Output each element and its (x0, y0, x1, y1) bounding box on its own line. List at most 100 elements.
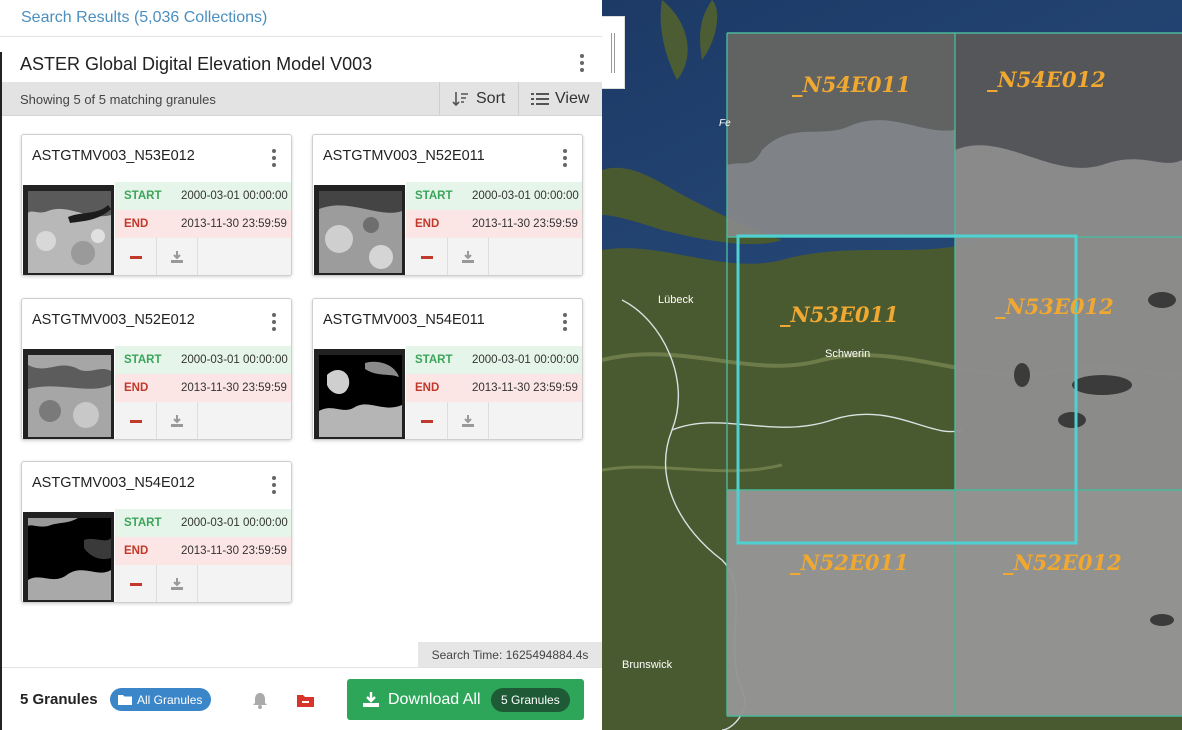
remove-icon (420, 255, 433, 259)
sort-button[interactable]: Sort (439, 82, 519, 115)
download-icon (170, 251, 183, 263)
end-label: END (415, 218, 440, 230)
all-granules-button[interactable]: All Granules (110, 688, 212, 711)
granule-thumbnail (314, 349, 405, 439)
breadcrumb: Search Results (5,036 Collections) (0, 0, 602, 37)
tile-label-n54e012: _N54E012 (987, 67, 1106, 92)
search-results-link[interactable]: Search Results (5,036 Collections) (21, 9, 267, 27)
end-label: END (124, 382, 149, 394)
granule-menu-icon[interactable] (267, 475, 281, 495)
end-row: END 2013-11-30 23:59:59 (115, 374, 291, 402)
thumbnail-image (319, 355, 402, 437)
collection-header: ASTER Global Digital Elevation Model V00… (2, 44, 602, 82)
download-icon (363, 692, 379, 707)
folder-icon (118, 695, 132, 705)
bell-icon[interactable] (252, 692, 268, 709)
granule-menu-icon[interactable] (558, 148, 572, 168)
tile-label-n52e012: _N52E012 (1003, 550, 1122, 575)
download-granule-button[interactable] (447, 238, 489, 275)
granule-card[interactable]: ASTGTMV003_N53E012 START 2000-03-01 00:0… (21, 134, 292, 276)
granule-toolbar: Showing 5 of 5 matching granules Sort Vi… (2, 82, 602, 116)
end-time: 2013-11-30 23:59:59 (181, 545, 287, 557)
start-row: START 2000-03-01 00:00:00 (115, 182, 291, 210)
place-label-fe: Fe (719, 118, 731, 129)
remove-icon (129, 255, 142, 259)
thumbnail-image (28, 191, 111, 273)
granule-card[interactable]: ASTGTMV003_N52E012 START 2000-03-01 00:0… (21, 298, 292, 440)
start-label: START (124, 517, 162, 529)
start-time: 2000-03-01 00:00:00 (181, 354, 288, 366)
download-all-button[interactable]: Download All 5 Granules (347, 679, 584, 720)
remove-icon (129, 419, 142, 423)
start-label: START (415, 190, 453, 202)
granule-actions (115, 565, 291, 602)
download-granule-button[interactable] (447, 402, 489, 439)
granule-menu-icon[interactable] (558, 312, 572, 332)
remove-granule-button[interactable] (406, 238, 448, 275)
granule-actions (115, 402, 291, 439)
granule-menu-icon[interactable] (267, 312, 281, 332)
granule-name: ASTGTMV003_N52E011 (323, 148, 485, 164)
all-granules-label: All Granules (137, 692, 203, 707)
end-row: END 2013-11-30 23:59:59 (115, 210, 291, 238)
end-row: END 2013-11-30 23:59:59 (406, 374, 582, 402)
view-label: View (555, 89, 590, 107)
granule-card[interactable]: ASTGTMV003_N54E011 START 2000-03-01 00:0… (312, 298, 583, 440)
tile-label-n53e011: _N53E011 (780, 302, 899, 327)
download-granule-button[interactable] (156, 565, 198, 602)
granule-thumbnail (23, 349, 114, 439)
tile-label-n52e011: _N52E011 (790, 550, 909, 575)
panel-resize-handle[interactable] (602, 16, 625, 89)
start-time: 2000-03-01 00:00:00 (472, 354, 579, 366)
granule-name: ASTGTMV003_N52E012 (32, 312, 195, 328)
download-icon (461, 251, 474, 263)
search-time: Search Time: 1625494884.4s (418, 642, 602, 667)
remove-icon (420, 419, 433, 423)
end-row: END 2013-11-30 23:59:59 (115, 537, 291, 565)
place-label-brunswick: Brunswick (622, 659, 673, 671)
granule-actions (406, 238, 582, 275)
map-view[interactable]: _N54E011 _N54E012 _N53E011 _N53E012 _N52… (602, 0, 1182, 730)
end-label: END (124, 545, 149, 557)
place-label-lubeck: Lübeck (658, 294, 694, 306)
place-label-schwerin: Schwerin (825, 348, 870, 360)
end-label: END (124, 218, 149, 230)
download-count-badge: 5 Granules (491, 688, 570, 712)
collection-menu-icon[interactable] (575, 53, 589, 73)
granule-actions (406, 402, 582, 439)
end-row: END 2013-11-30 23:59:59 (406, 210, 582, 238)
view-button[interactable]: View (518, 82, 602, 115)
sort-label: Sort (476, 89, 506, 107)
list-view-icon (531, 92, 549, 105)
granule-thumbnail (314, 185, 405, 275)
end-time: 2013-11-30 23:59:59 (181, 218, 287, 230)
start-time: 2000-03-01 00:00:00 (181, 190, 288, 202)
granule-menu-icon[interactable] (267, 148, 281, 168)
download-granule-button[interactable] (156, 402, 198, 439)
end-time: 2013-11-30 23:59:59 (472, 382, 578, 394)
sort-icon (452, 91, 468, 106)
remove-granule-button[interactable] (406, 402, 448, 439)
remove-granule-button[interactable] (115, 402, 157, 439)
granule-card[interactable]: ASTGTMV003_N52E011 START 2000-03-01 00:0… (312, 134, 583, 276)
panel-border (0, 52, 2, 730)
folder-remove-icon[interactable] (297, 694, 314, 707)
download-granule-button[interactable] (156, 238, 198, 275)
thumbnail-image (28, 355, 111, 437)
thumbnail-image (319, 191, 402, 273)
granule-actions (115, 238, 291, 275)
granule-panel: Search Results (5,036 Collections) ASTER… (0, 0, 602, 730)
granule-card[interactable]: ASTGTMV003_N54E012 START 2000-03-01 00:0… (21, 461, 292, 603)
collection-title: ASTER Global Digital Elevation Model V00… (20, 54, 373, 74)
start-row: START 2000-03-01 00:00:00 (406, 346, 582, 374)
end-time: 2013-11-30 23:59:59 (472, 218, 578, 230)
start-row: START 2000-03-01 00:00:00 (406, 182, 582, 210)
remove-granule-button[interactable] (115, 238, 157, 275)
end-label: END (415, 382, 440, 394)
satellite-map[interactable]: _N54E011 _N54E012 _N53E011 _N53E012 _N52… (602, 0, 1182, 730)
granule-name: ASTGTMV003_N54E011 (323, 312, 485, 328)
start-time: 2000-03-01 00:00:00 (181, 517, 288, 529)
download-icon (170, 415, 183, 427)
remove-granule-button[interactable] (115, 565, 157, 602)
granule-name: ASTGTMV003_N53E012 (32, 148, 195, 164)
